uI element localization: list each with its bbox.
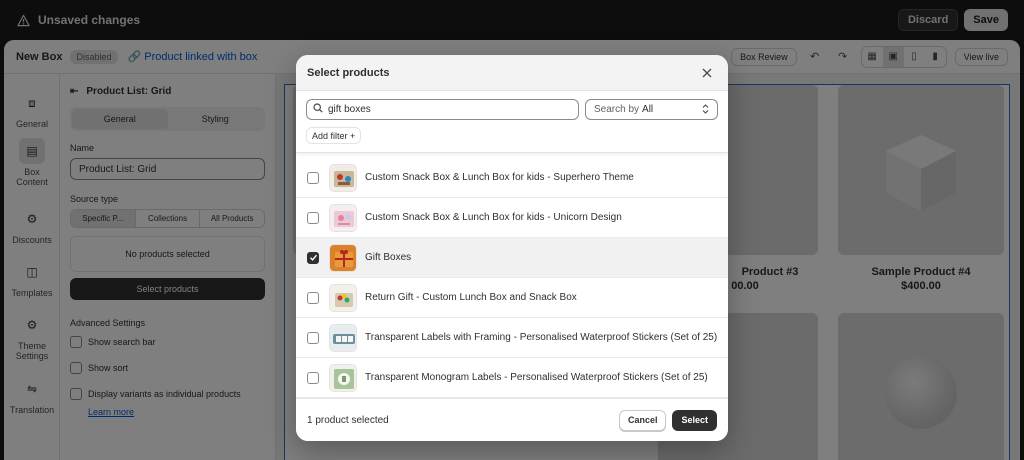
product-thumbnail	[329, 203, 357, 232]
product-thumbnail	[329, 363, 357, 392]
product-checkbox[interactable]	[307, 211, 319, 224]
product-checkbox[interactable]	[307, 171, 319, 184]
list-item[interactable]: Gift Boxes	[296, 238, 728, 278]
search-by-value: All	[642, 104, 654, 115]
modal-title: Select products	[307, 66, 390, 79]
modal-header: Select products	[296, 55, 728, 91]
product-checkbox[interactable]	[307, 331, 319, 344]
product-thumbnail	[329, 243, 357, 272]
modal-footer: 1 product selected Cancel Select	[296, 398, 728, 441]
search-icon	[313, 103, 323, 116]
search-by-label: Search by	[594, 104, 640, 115]
select-products-modal: Select products gift boxes Search by All…	[296, 55, 728, 441]
product-checkbox[interactable]	[307, 371, 319, 384]
product-thumbnail	[329, 323, 357, 352]
product-name: Return Gift - Custom Lunch Box and Snack…	[365, 292, 577, 303]
modal-filters: gift boxes Search by All Add filter +	[296, 91, 728, 153]
product-name: Transparent Monogram Labels - Personalis…	[365, 372, 708, 383]
product-list: Custom Snack Box & Lunch Box for kids - …	[296, 153, 728, 398]
product-name: Custom Snack Box & Lunch Box for kids - …	[365, 212, 622, 223]
close-icon[interactable]	[697, 63, 717, 83]
list-item[interactable]: Transparent Labels with Framing - Person…	[296, 318, 728, 358]
chevron-updown-icon	[702, 103, 709, 116]
product-checkbox[interactable]	[307, 291, 319, 304]
search-input[interactable]: gift boxes	[306, 99, 579, 120]
select-button[interactable]: Select	[672, 409, 717, 431]
list-item[interactable]: Custom Snack Box & Lunch Box for kids - …	[296, 198, 728, 238]
product-name: Custom Snack Box & Lunch Box for kids - …	[365, 172, 634, 183]
cancel-button[interactable]: Cancel	[618, 409, 667, 431]
search-value: gift boxes	[328, 104, 371, 115]
list-item[interactable]: Custom Snack Box & Lunch Box for kids - …	[296, 158, 728, 198]
product-checkbox[interactable]	[307, 251, 319, 264]
product-name: Transparent Labels with Framing - Person…	[365, 332, 718, 343]
list-item[interactable]: Return Gift - Custom Lunch Box and Snack…	[296, 278, 728, 318]
product-thumbnail	[329, 163, 357, 192]
product-name: Gift Boxes	[365, 252, 412, 263]
list-item[interactable]: Transparent Monogram Labels - Personalis…	[296, 358, 728, 398]
add-filter-button[interactable]: Add filter +	[306, 127, 362, 144]
product-thumbnail	[329, 283, 357, 312]
selected-count: 1 product selected	[307, 414, 389, 426]
search-by-select[interactable]: Search by All	[585, 99, 718, 120]
checkmark-icon	[309, 254, 317, 261]
